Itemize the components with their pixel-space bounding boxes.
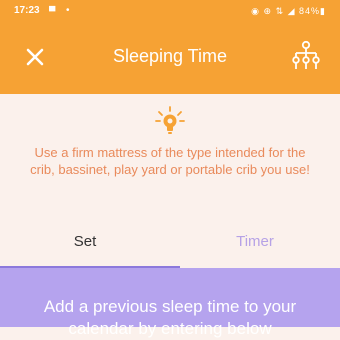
notification-icon: ▀ <box>49 6 56 16</box>
tip-text: Use a firm mattress of the type intended… <box>30 145 310 177</box>
safety-tip: Use a firm mattress of the type intended… <box>0 94 340 218</box>
app-bar: Sleeping Time <box>0 22 340 94</box>
status-time: 17:23 <box>14 5 40 16</box>
page-title: Sleeping Time <box>112 46 228 66</box>
tab-timer[interactable]: Timer <box>170 218 340 268</box>
lightbulb-icon <box>155 106 185 134</box>
panel-instruction: Add a previous sleep time to your calend… <box>43 297 297 338</box>
close-button[interactable] <box>20 42 50 72</box>
status-dot: • <box>66 5 70 16</box>
entry-panel: Add a previous sleep time to your calend… <box>0 268 340 338</box>
status-indicators: ◉ ⊕ ⇅ ◢ 84%▮ <box>251 6 326 16</box>
tab-set[interactable]: Set <box>0 218 170 268</box>
close-icon <box>26 48 44 66</box>
family-tree-button[interactable] <box>288 38 324 74</box>
family-tree-icon <box>292 40 320 69</box>
tab-bar: Set Timer <box>0 218 340 269</box>
status-bar: 17:23 ▀ • ◉ ⊕ ⇅ ◢ 84%▮ <box>0 0 340 22</box>
